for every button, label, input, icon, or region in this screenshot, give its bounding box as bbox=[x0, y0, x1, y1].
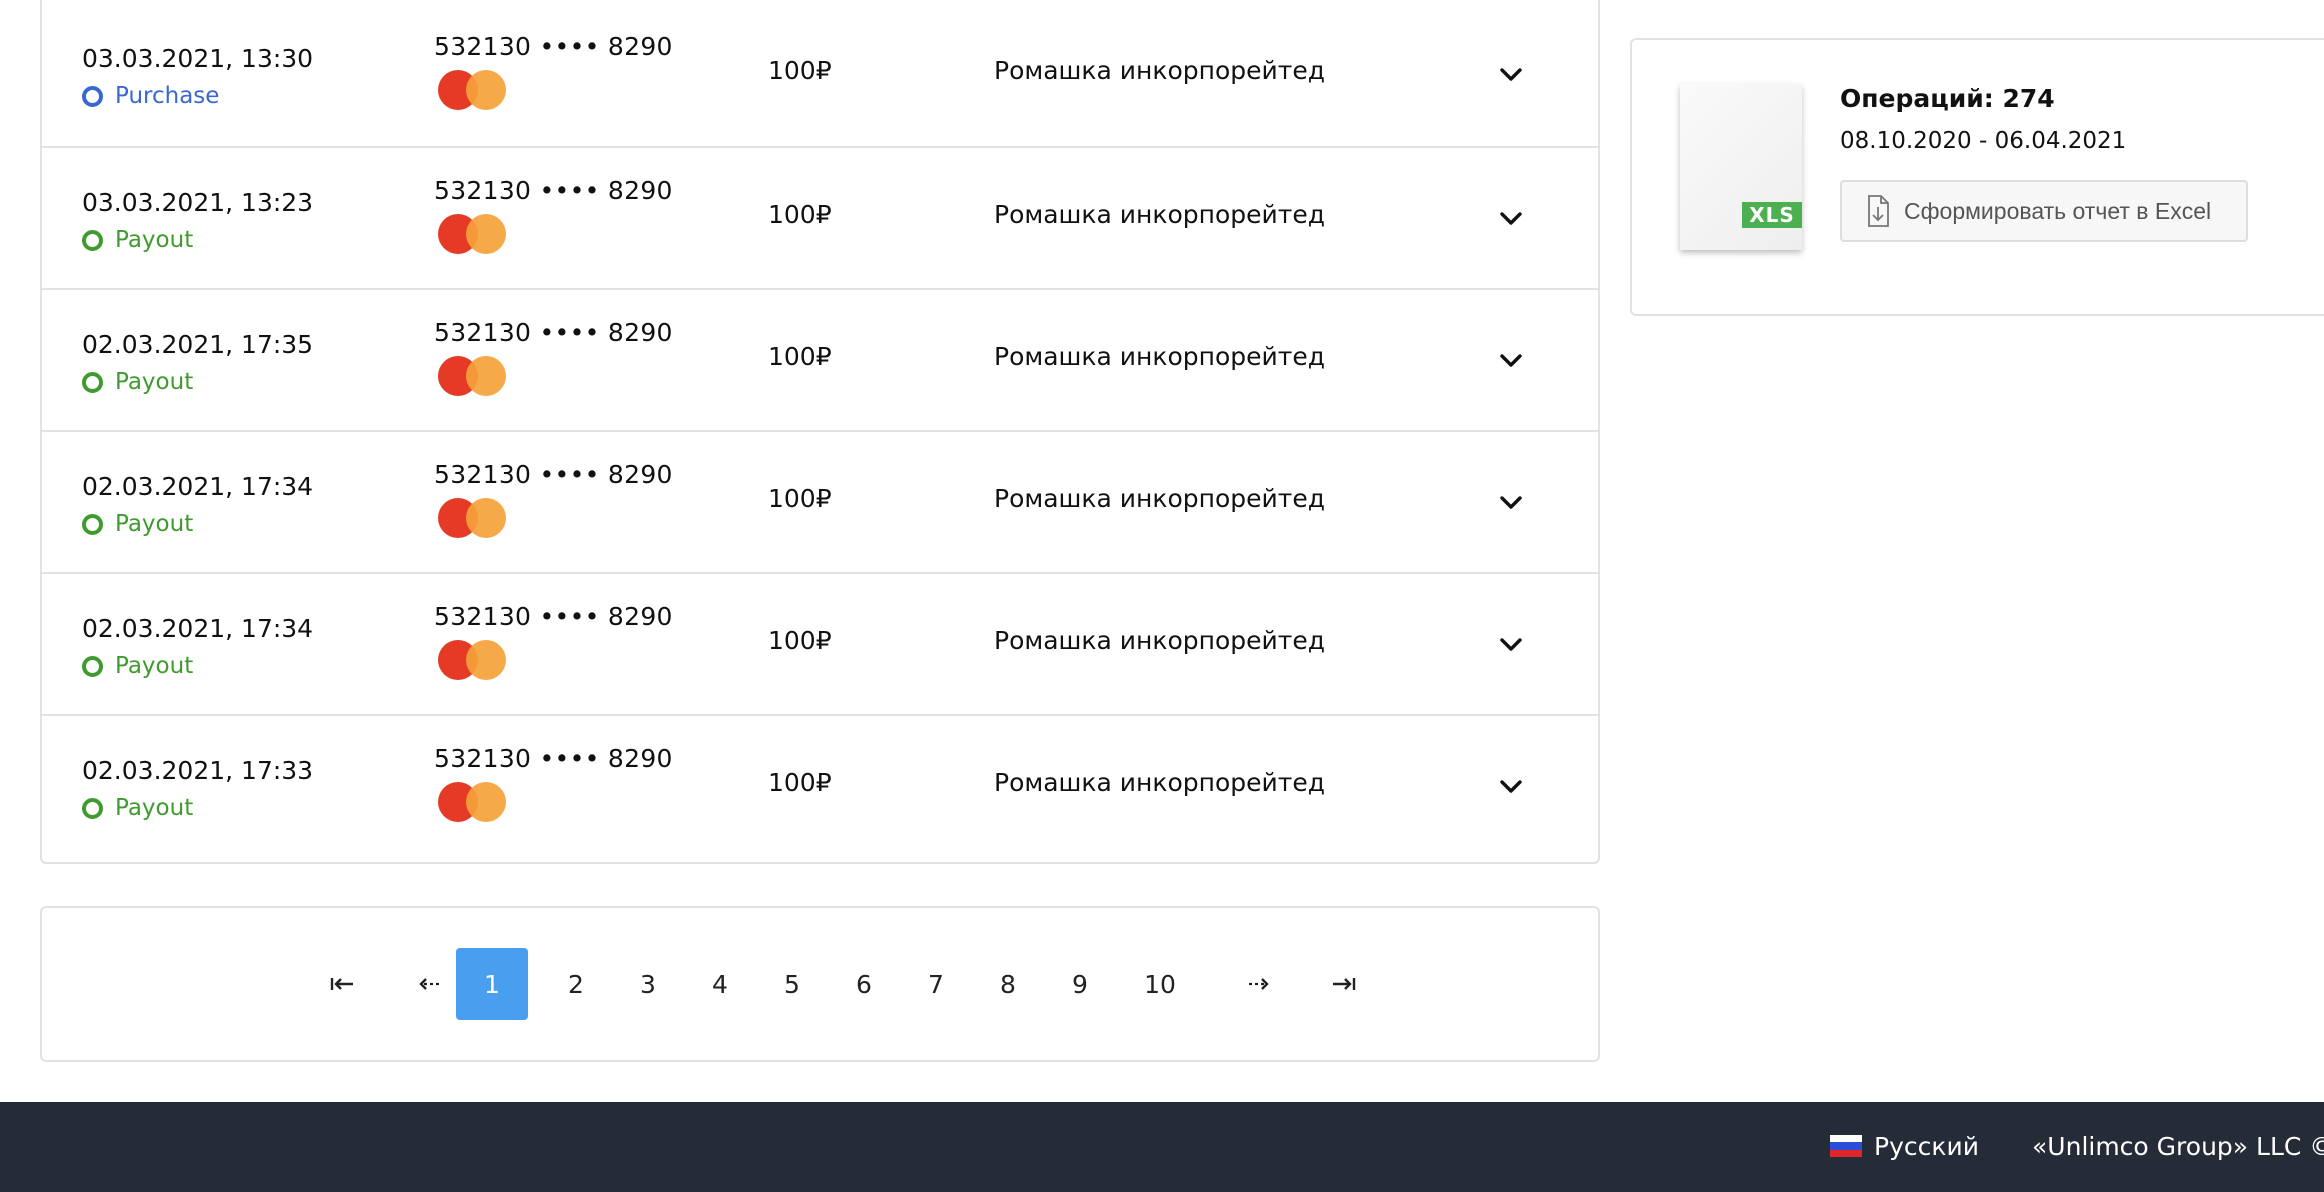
transaction-date: 02.03.2021, 17:35 bbox=[82, 330, 314, 359]
table-row[interactable]: 02.03.2021, 17:34 Payout 532130 •••• 829… bbox=[42, 430, 1598, 572]
export-excel-button[interactable]: Сформировать отчет в Excel bbox=[1840, 180, 2248, 242]
status-label: Payout bbox=[115, 795, 194, 821]
page-6-button[interactable]: 6 bbox=[828, 948, 900, 1020]
chevron-down-icon[interactable] bbox=[1496, 60, 1526, 90]
report-date-range: 08.10.2020 - 06.04.2021 bbox=[1840, 128, 2127, 154]
transaction-amount: 100₽ bbox=[768, 56, 832, 85]
footer: Русский «Unlimco Group» LLC © bbox=[0, 1102, 2324, 1192]
mastercard-icon bbox=[438, 214, 506, 254]
transaction-date: 02.03.2021, 17:34 bbox=[82, 614, 314, 643]
next-page-icon bbox=[1249, 978, 1269, 990]
chevron-down-icon[interactable] bbox=[1496, 204, 1526, 234]
report-panel: XLS Операций: 274 08.10.2020 - 06.04.202… bbox=[1630, 38, 2324, 316]
card-number: 532130 •••• 8290 bbox=[434, 176, 673, 205]
mastercard-icon bbox=[438, 640, 506, 680]
page-8-button[interactable]: 8 bbox=[972, 948, 1044, 1020]
page-10-button[interactable]: 10 bbox=[1116, 948, 1204, 1020]
status-ring-icon bbox=[82, 513, 103, 535]
next-page-button[interactable] bbox=[1230, 948, 1290, 1020]
xls-file-icon: XLS bbox=[1680, 84, 1802, 250]
status-ring-icon bbox=[82, 797, 103, 819]
mastercard-icon bbox=[438, 498, 506, 538]
status-ring-icon bbox=[82, 85, 103, 107]
last-page-button[interactable] bbox=[1314, 948, 1374, 1020]
prev-page-button[interactable] bbox=[398, 948, 458, 1020]
transaction-amount: 100₽ bbox=[768, 342, 832, 371]
prev-page-icon bbox=[419, 978, 439, 990]
transaction-status: Payout bbox=[82, 227, 193, 253]
transaction-status: Payout bbox=[82, 795, 193, 821]
xls-badge: XLS bbox=[1742, 202, 1802, 228]
transaction-date: 03.03.2021, 13:23 bbox=[82, 188, 314, 217]
chevron-down-icon[interactable] bbox=[1496, 488, 1526, 518]
page-7-button[interactable]: 7 bbox=[900, 948, 972, 1020]
russia-flag-icon bbox=[1830, 1135, 1862, 1157]
transaction-status: Purchase bbox=[82, 83, 219, 109]
page-1-button[interactable]: 1 bbox=[456, 948, 528, 1020]
merchant-name: Ромашка инкорпорейтед bbox=[994, 626, 1326, 655]
transaction-amount: 100₽ bbox=[768, 484, 832, 513]
operations-count: Операций: 274 bbox=[1840, 84, 2055, 113]
status-ring-icon bbox=[82, 655, 103, 677]
table-row[interactable]: 03.03.2021, 13:30 Purchase 532130 •••• 8… bbox=[42, 4, 1598, 146]
status-label: Payout bbox=[115, 369, 194, 395]
card-number: 532130 •••• 8290 bbox=[434, 460, 673, 489]
page-5-button[interactable]: 5 bbox=[756, 948, 828, 1020]
card-number: 532130 •••• 8290 bbox=[434, 318, 673, 347]
merchant-name: Ромашка инкорпорейтед bbox=[994, 342, 1326, 371]
language-selector[interactable]: Русский bbox=[1874, 1132, 1979, 1161]
table-row[interactable]: 02.03.2021, 17:34 Payout 532130 •••• 829… bbox=[42, 572, 1598, 714]
mastercard-icon bbox=[438, 356, 506, 396]
page-3-button[interactable]: 3 bbox=[612, 948, 684, 1020]
table-row[interactable]: 02.03.2021, 17:35 Payout 532130 •••• 829… bbox=[42, 288, 1598, 430]
status-label: Payout bbox=[115, 227, 194, 253]
last-page-icon bbox=[1333, 978, 1356, 990]
card-number: 532130 •••• 8290 bbox=[434, 32, 673, 61]
status-label: Purchase bbox=[115, 83, 220, 109]
mastercard-icon bbox=[438, 70, 506, 110]
page-4-button[interactable]: 4 bbox=[684, 948, 756, 1020]
table-row[interactable]: 03.03.2021, 13:23 Payout 532130 •••• 829… bbox=[42, 146, 1598, 288]
transaction-date: 02.03.2021, 17:34 bbox=[82, 472, 314, 501]
transaction-date: 02.03.2021, 17:33 bbox=[82, 756, 314, 785]
page-9-button[interactable]: 9 bbox=[1044, 948, 1116, 1020]
transaction-amount: 100₽ bbox=[768, 768, 832, 797]
card-number: 532130 •••• 8290 bbox=[434, 744, 673, 773]
status-label: Payout bbox=[115, 653, 194, 679]
transaction-amount: 100₽ bbox=[768, 200, 832, 229]
download-file-icon bbox=[1868, 195, 1889, 227]
pagination: 1 2 3 4 5 6 7 8 9 10 bbox=[40, 906, 1600, 1062]
card-number: 532130 •••• 8290 bbox=[434, 602, 673, 631]
transaction-status: Payout bbox=[82, 369, 193, 395]
first-page-icon bbox=[330, 978, 353, 990]
merchant-name: Ромашка инкорпорейтед bbox=[994, 484, 1326, 513]
transaction-status: Payout bbox=[82, 511, 193, 537]
export-excel-label: Сформировать отчет в Excel bbox=[1904, 197, 2212, 224]
merchant-name: Ромашка инкорпорейтед bbox=[994, 56, 1326, 85]
transaction-status: Payout bbox=[82, 653, 193, 679]
transaction-amount: 100₽ bbox=[768, 626, 832, 655]
transaction-date: 03.03.2021, 13:30 bbox=[82, 44, 314, 73]
status-label: Payout bbox=[115, 511, 194, 537]
table-row[interactable]: 02.03.2021, 17:33 Payout 532130 •••• 829… bbox=[42, 714, 1598, 856]
transactions-table: 03.03.2021, 13:30 Purchase 532130 •••• 8… bbox=[40, 0, 1600, 864]
merchant-name: Ромашка инкорпорейтед bbox=[994, 200, 1326, 229]
chevron-down-icon[interactable] bbox=[1496, 630, 1526, 660]
merchant-name: Ромашка инкорпорейтед bbox=[994, 768, 1326, 797]
chevron-down-icon[interactable] bbox=[1496, 346, 1526, 376]
copyright-text: «Unlimco Group» LLC © bbox=[2032, 1132, 2324, 1161]
chevron-down-icon[interactable] bbox=[1496, 772, 1526, 802]
page-2-button[interactable]: 2 bbox=[540, 948, 612, 1020]
status-ring-icon bbox=[82, 229, 103, 251]
mastercard-icon bbox=[438, 782, 506, 822]
status-ring-icon bbox=[82, 371, 103, 393]
first-page-button[interactable] bbox=[312, 948, 372, 1020]
